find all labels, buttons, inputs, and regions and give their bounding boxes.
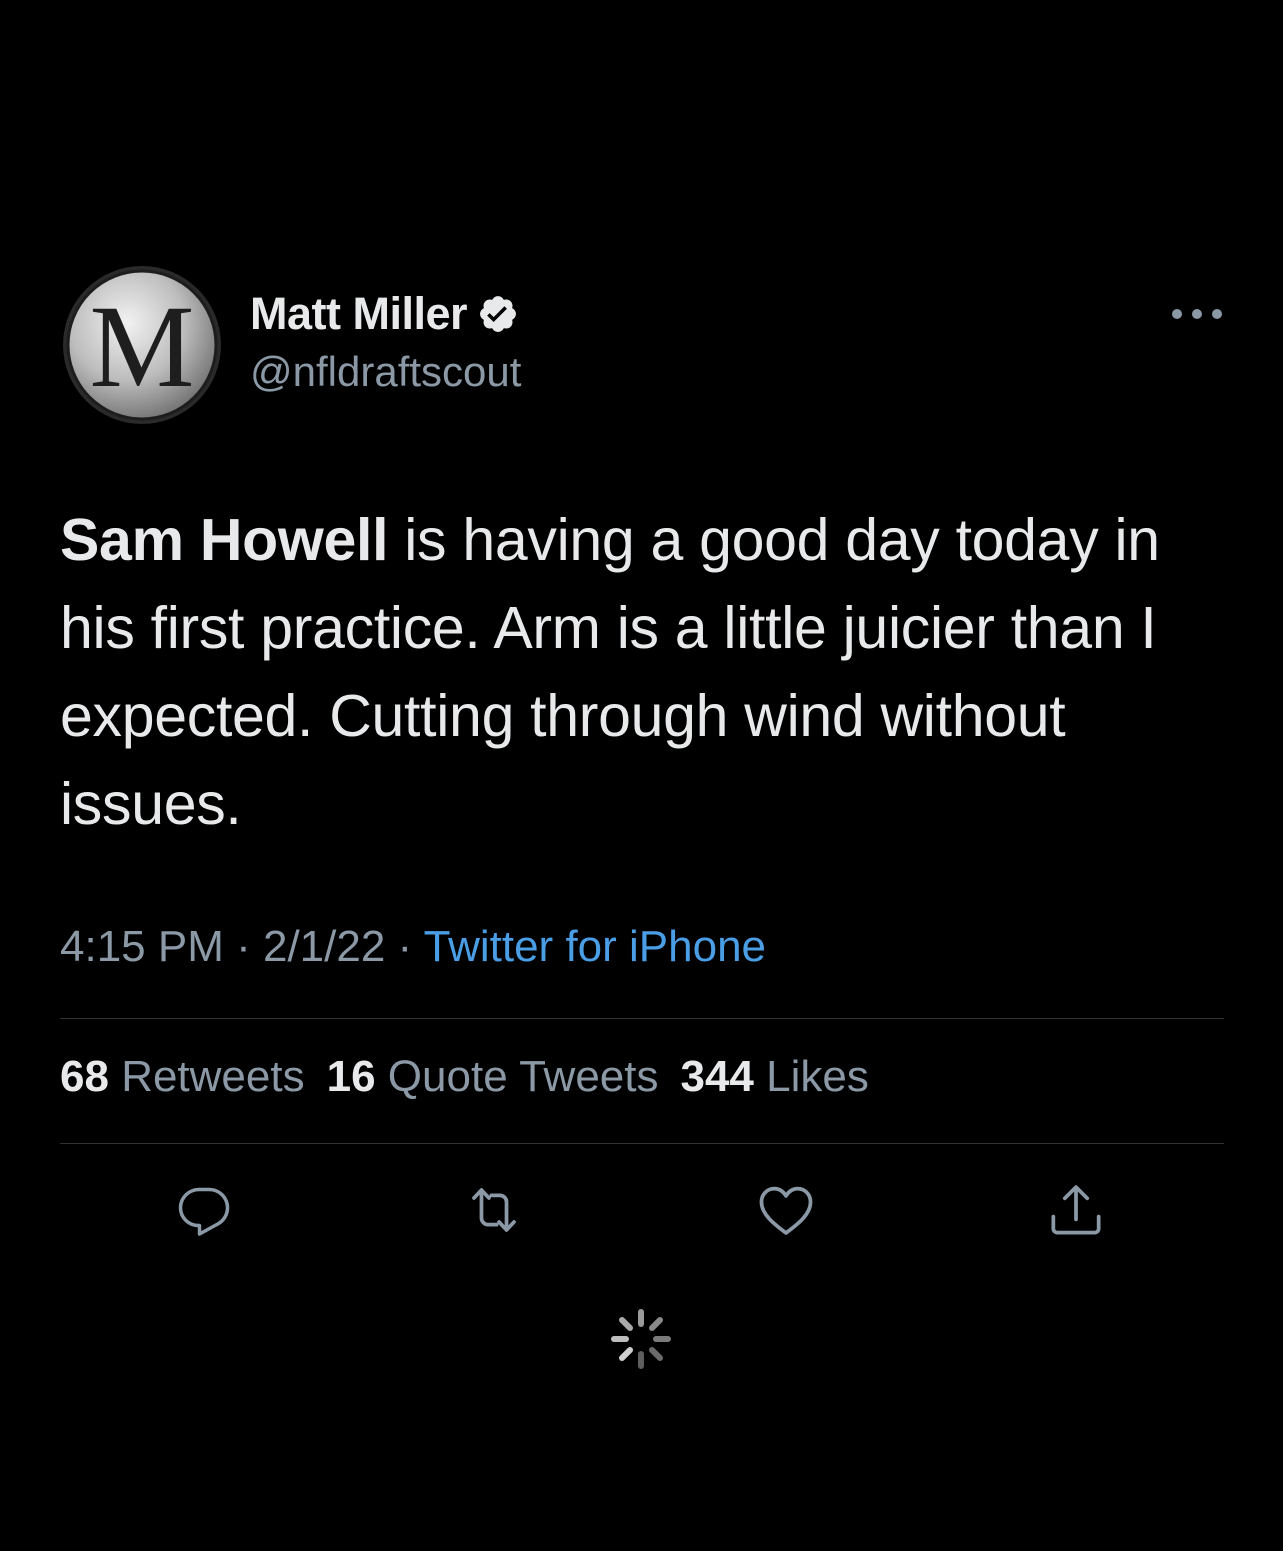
tweet-source-link[interactable]: Twitter for iPhone xyxy=(424,922,766,971)
author-name-row[interactable]: Matt Miller xyxy=(250,288,519,340)
avatar[interactable]: M xyxy=(62,265,222,425)
avatar-letter: M xyxy=(90,281,195,412)
tweet-detail: M Matt Miller @nfldraftscout Sam Howell … xyxy=(0,0,1283,1551)
tweet-text-bold[interactable]: Sam Howell xyxy=(60,507,388,573)
like-icon xyxy=(759,1186,813,1235)
share-button[interactable] xyxy=(1044,1178,1108,1242)
divider xyxy=(60,1143,1224,1144)
quote-tweets-count: 16 xyxy=(326,1052,376,1101)
retweet-icon xyxy=(472,1188,516,1232)
retweets-label: Retweets xyxy=(121,1052,305,1101)
likes-label: Likes xyxy=(766,1052,869,1101)
loading-spinner-icon xyxy=(610,1308,672,1370)
likes-count: 344 xyxy=(680,1052,754,1101)
more-options-icon[interactable] xyxy=(1172,300,1222,328)
reply-button[interactable] xyxy=(172,1178,236,1242)
retweet-button[interactable] xyxy=(462,1178,526,1242)
tweet-text: Sam Howell is having a good day today in… xyxy=(60,496,1240,848)
tweet-date[interactable]: 2/1/22 xyxy=(263,922,385,971)
tweet-stats: 68 Retweets 16 Quote Tweets 344 Likes xyxy=(60,1052,891,1102)
reply-icon xyxy=(178,1187,230,1236)
share-icon xyxy=(1051,1185,1101,1235)
tweet-meta: 4:15 PM · 2/1/22 · Twitter for iPhone xyxy=(60,922,766,972)
divider xyxy=(60,1018,1224,1019)
likes-stat[interactable]: 344 Likes xyxy=(680,1052,868,1101)
quote-tweets-label: Quote Tweets xyxy=(387,1052,659,1101)
like-button[interactable] xyxy=(754,1178,818,1242)
author-handle[interactable]: @nfldraftscout xyxy=(250,348,521,396)
retweets-count: 68 xyxy=(60,1052,109,1101)
retweets-stat[interactable]: 68 Retweets xyxy=(60,1052,305,1101)
meta-separator: · xyxy=(385,922,424,971)
quote-tweets-stat[interactable]: 16 Quote Tweets xyxy=(327,1052,659,1101)
display-name[interactable]: Matt Miller xyxy=(250,288,468,340)
verified-badge-icon xyxy=(477,293,519,335)
meta-separator: · xyxy=(223,922,263,971)
tweet-time[interactable]: 4:15 PM xyxy=(60,922,224,971)
